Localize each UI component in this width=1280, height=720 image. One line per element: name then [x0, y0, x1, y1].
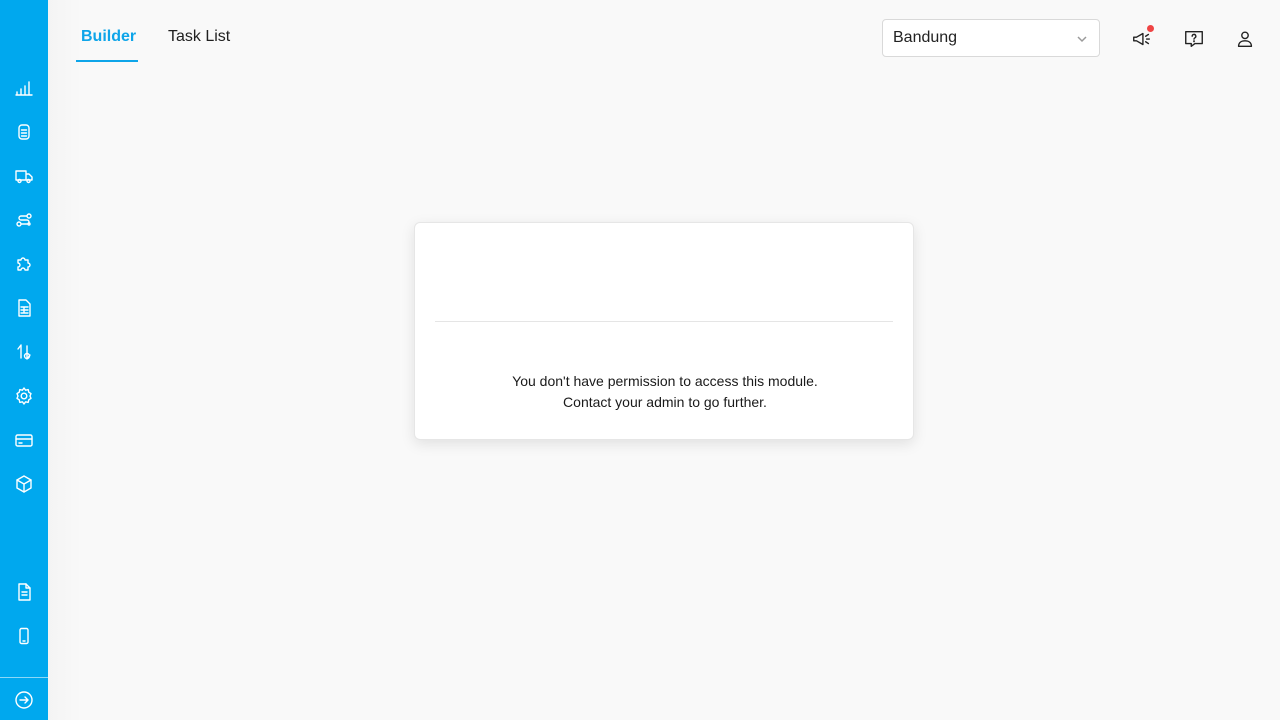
contact-admin-message: Contact your admin to go further.: [563, 394, 767, 410]
mobile-icon[interactable]: [12, 624, 36, 648]
active-tab-indicator: [76, 60, 138, 62]
transfer-icon[interactable]: [12, 340, 36, 364]
billing-icon[interactable]: [12, 428, 36, 452]
permission-message: You don't have permission to access this…: [512, 373, 818, 389]
help-icon: [1183, 28, 1205, 50]
tab-task-list[interactable]: Task List: [168, 28, 230, 46]
settings-icon[interactable]: [12, 384, 36, 408]
dialog-divider: [435, 321, 893, 322]
profile-button[interactable]: [1233, 27, 1257, 51]
sidebar: [0, 0, 48, 720]
chevron-down-icon: [1075, 32, 1089, 46]
announcements-button[interactable]: [1130, 25, 1154, 51]
document-icon[interactable]: [12, 580, 36, 604]
integrations-icon[interactable]: [12, 252, 36, 276]
orders-icon[interactable]: [12, 120, 36, 144]
analytics-icon[interactable]: [12, 76, 36, 100]
help-button[interactable]: [1182, 27, 1206, 51]
location-select[interactable]: Bandung: [882, 19, 1100, 57]
location-select-value: Bandung: [893, 29, 958, 46]
routes-icon[interactable]: [12, 208, 36, 232]
sheet-icon[interactable]: [12, 296, 36, 320]
logout-icon[interactable]: [12, 688, 36, 712]
app-root: Builder Task List Bandung You don't have…: [0, 0, 1280, 720]
delivery-truck-icon[interactable]: [12, 164, 36, 188]
package-icon[interactable]: [12, 472, 36, 496]
tab-builder[interactable]: Builder: [81, 28, 136, 46]
notification-dot: [1147, 25, 1154, 32]
sidebar-divider: [0, 677, 48, 678]
user-icon: [1234, 28, 1256, 50]
content-strip: [48, 0, 82, 720]
permission-dialog: You don't have permission to access this…: [414, 222, 914, 440]
